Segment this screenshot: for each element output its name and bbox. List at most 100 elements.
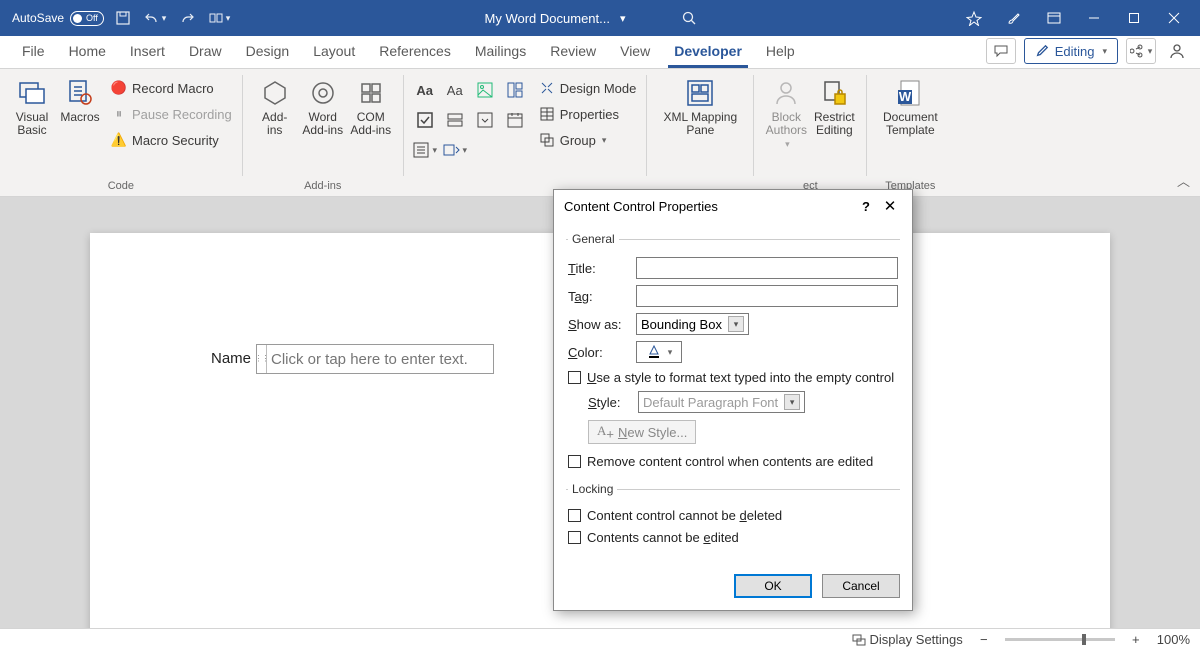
autosave-toggle[interactable]: Off [70,11,104,26]
premium-icon[interactable] [954,0,994,36]
rich-text-control-icon[interactable]: Aa [412,77,438,103]
zoom-level[interactable]: 100% [1157,632,1190,647]
document-template-icon: W [894,77,926,109]
autosave-label: AutoSave [12,11,64,25]
ribbon-group-addins: Add- ins Word Add-ins COM Add-ins Add-in… [243,69,403,196]
tab-references[interactable]: References [367,35,463,68]
record-icon: 🔴 [110,79,128,97]
zoom-in-button[interactable]: + [1129,632,1143,647]
block-authors-icon [770,77,802,109]
ribbon-group-mapping: XML Mapping Pane [647,69,753,196]
checkbox-control-icon[interactable] [412,107,438,133]
group-icon [538,131,556,149]
display-settings-button[interactable]: Display Settings [852,632,963,647]
repeating-section-control-icon[interactable]: ▾ [412,137,438,163]
style-label: Style: [588,395,630,410]
design-mode-icon [538,79,556,97]
ribbon: Visual Basic Macros 🔴Record Macro ⏸Pause… [0,69,1200,197]
word-addins-icon [307,77,339,109]
title-field-label: Title: [568,261,628,276]
brush-icon[interactable] [994,0,1034,36]
visual-basic-button[interactable]: Visual Basic [8,73,56,137]
tab-home[interactable]: Home [57,35,118,68]
tab-file[interactable]: File [10,35,57,68]
svg-text:W: W [899,89,912,104]
combobox-control-icon[interactable] [442,107,468,133]
statusbar: Display Settings − + 100% [0,628,1200,650]
zoom-out-button[interactable]: − [977,632,991,647]
comments-button[interactable] [986,38,1016,64]
ribbon-group-templates: WDocument Template Templates [867,69,953,196]
editing-label: Editing [1055,44,1095,59]
tag-field-label: Tag: [568,289,628,304]
lock-edit-checkbox[interactable]: Contents cannot be edited [568,526,898,548]
ribbon-mode-icon[interactable] [1034,0,1074,36]
design-mode-button[interactable]: Design Mode [536,77,639,99]
tab-review[interactable]: Review [538,35,608,68]
dropdown-control-icon[interactable] [472,107,498,133]
document-template-button[interactable]: WDocument Template [875,73,945,137]
qat-more-icon[interactable]: ▾ [206,5,232,31]
undo-icon[interactable]: ▾ [142,5,168,31]
pause-icon: ⏸ [110,105,128,123]
macro-security-button[interactable]: ⚠️Macro Security [108,129,234,151]
tab-help[interactable]: Help [754,35,807,68]
content-control-handle[interactable] [257,345,267,373]
com-addins-button[interactable]: COM Add-ins [347,73,395,137]
tab-layout[interactable]: Layout [301,35,367,68]
color-picker[interactable]: ▾ [636,341,682,363]
account-icon[interactable] [1164,42,1190,60]
save-icon[interactable] [110,5,136,31]
maximize-button[interactable] [1114,0,1154,36]
cancel-button[interactable]: Cancel [822,574,900,598]
editing-mode-button[interactable]: Editing ▾ [1024,38,1118,64]
tab-mailings[interactable]: Mailings [463,35,538,68]
date-picker-control-icon[interactable] [502,107,528,133]
addins-icon [259,77,291,109]
tab-developer[interactable]: Developer [662,35,754,68]
addins-button[interactable]: Add- ins [251,73,299,137]
use-style-checkbox[interactable]: Use a style to format text typed into th… [568,366,898,388]
visual-basic-icon [16,77,48,109]
collapse-ribbon-icon[interactable]: ︿ [1177,171,1190,190]
pause-recording-button: ⏸Pause Recording [108,103,234,125]
word-addins-button[interactable]: Word Add-ins [299,73,347,137]
title-chevron-icon[interactable]: ▾ [620,12,626,25]
doc-title[interactable]: My Word Document... [485,11,610,26]
search-icon[interactable] [676,5,702,31]
record-macro-button[interactable]: 🔴Record Macro [108,77,234,99]
tag-input[interactable] [636,285,898,307]
group-button[interactable]: Group▾ [536,129,639,151]
block-authors-button: Block Authors▾ [762,73,810,150]
restrict-editing-button[interactable]: Restrict Editing [810,73,858,137]
showas-label: Show as: [568,317,628,332]
properties-button[interactable]: Properties [536,103,639,125]
ok-button[interactable]: OK [734,574,812,598]
ribbon-group-protect: Block Authors▾ Restrict Editing ect [754,69,866,196]
legacy-tools-icon[interactable]: ▾ [442,137,468,163]
ribbon-group-code: Visual Basic Macros 🔴Record Macro ⏸Pause… [0,69,242,196]
dialog-close-icon[interactable]: ✕ [878,197,902,215]
picture-control-icon[interactable] [472,77,498,103]
close-button[interactable] [1154,0,1194,36]
tab-draw[interactable]: Draw [177,35,234,68]
zoom-slider[interactable] [1005,638,1115,641]
xml-mapping-button[interactable]: XML Mapping Pane [655,73,745,137]
showas-combo[interactable]: Bounding Box▾ [636,313,749,335]
minimize-button[interactable] [1074,0,1114,36]
tab-design[interactable]: Design [234,35,302,68]
content-control[interactable]: Click or tap here to enter text. [256,344,494,374]
lock-delete-checkbox[interactable]: Content control cannot be deleted [568,504,898,526]
locking-legend: Locking [568,482,617,496]
tab-insert[interactable]: Insert [118,35,177,68]
plain-text-control-icon[interactable]: Aa [442,77,468,103]
redo-icon[interactable] [174,5,200,31]
title-input[interactable] [636,257,898,279]
share-button[interactable]: ▾ [1126,38,1156,64]
macros-button[interactable]: Macros [56,73,104,124]
com-addins-icon [355,77,387,109]
dialog-help-icon[interactable]: ? [854,199,878,214]
remove-cc-checkbox[interactable]: Remove content control when contents are… [568,450,898,472]
building-block-control-icon[interactable] [502,77,528,103]
tab-view[interactable]: View [608,35,662,68]
